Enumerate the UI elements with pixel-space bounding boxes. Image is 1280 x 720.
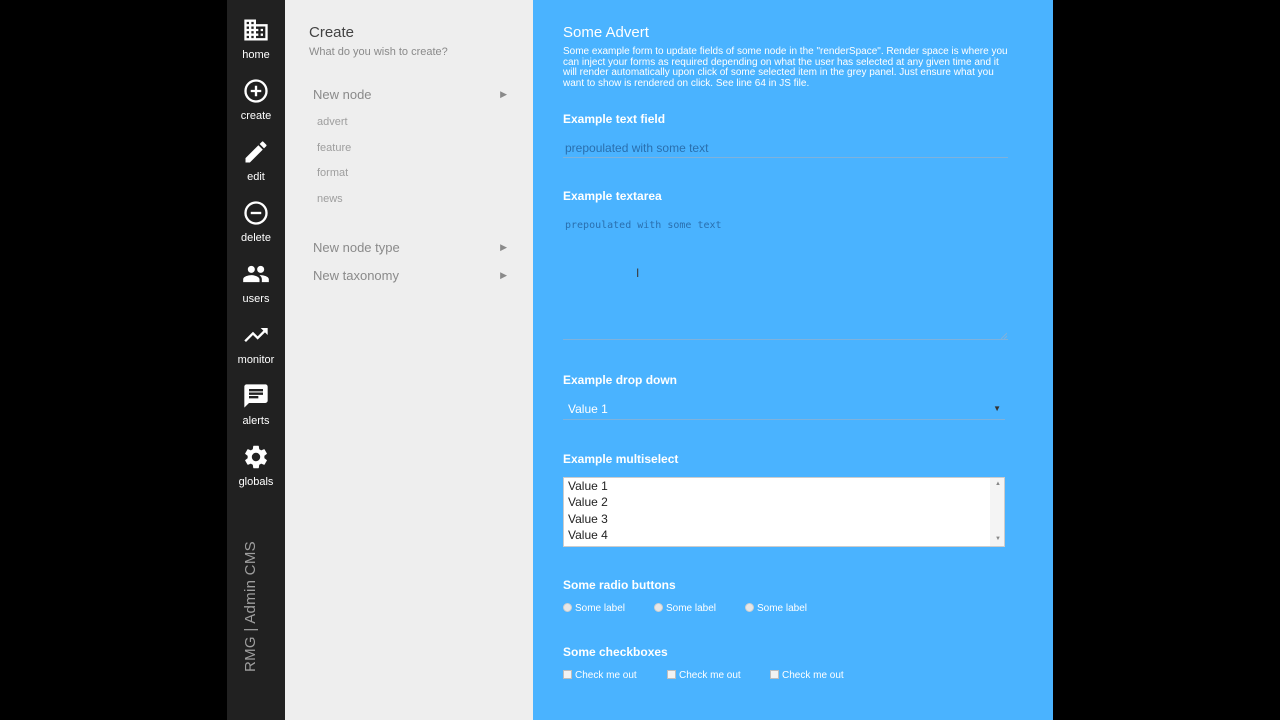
- chevron-right-icon: ▶: [500, 89, 507, 99]
- panel-subtitle: What do you wish to create?: [309, 46, 448, 58]
- textarea-label: Example textarea: [563, 189, 662, 203]
- checkbox-option[interactable]: Check me out: [667, 670, 741, 681]
- multiselect-option[interactable]: Value 1: [568, 479, 608, 493]
- render-space-form: Some Advert Some example form to update …: [533, 0, 1053, 720]
- nav-label: edit: [247, 171, 265, 183]
- nav-label: users: [242, 293, 270, 305]
- radio-option[interactable]: Some label: [563, 603, 625, 614]
- example-dropdown[interactable]: Value 1 ▼: [563, 399, 1005, 420]
- example-text-input[interactable]: [563, 138, 1008, 158]
- resize-handle-icon[interactable]: [999, 331, 1007, 339]
- nav-item-users[interactable]: users: [227, 260, 285, 316]
- building-icon: [244, 19, 268, 41]
- multiselect-option[interactable]: Value 3: [568, 512, 608, 526]
- submenu-item-news[interactable]: news: [317, 193, 343, 205]
- text-field-label: Example text field: [563, 112, 666, 126]
- checkbox-option[interactable]: Check me out: [563, 670, 637, 681]
- create-panel: Create What do you wish to create? New n…: [285, 0, 533, 720]
- checkbox-option[interactable]: Check me out: [770, 670, 844, 681]
- dropdown-selected-value: Value 1: [568, 402, 608, 416]
- users-icon: [243, 265, 269, 283]
- checkbox-label: Check me out: [575, 670, 637, 681]
- submenu-item-format[interactable]: format: [317, 167, 348, 179]
- checkbox[interactable]: [770, 670, 779, 679]
- radio-label: Some label: [757, 603, 808, 614]
- example-multiselect[interactable]: Value 1 Value 2 Value 3 Value 4 ▲ ▼: [563, 477, 1005, 547]
- checkbox[interactable]: [563, 670, 572, 679]
- form-title: Some Advert: [563, 24, 649, 41]
- submenu-item-feature[interactable]: feature: [317, 142, 351, 154]
- radio-option[interactable]: Some label: [745, 603, 807, 614]
- example-textarea[interactable]: prepoulated with some text: [563, 214, 1008, 340]
- dropdown-label: Example drop down: [563, 373, 678, 387]
- nav-item-monitor[interactable]: monitor: [227, 321, 285, 377]
- nav-label: create: [240, 110, 272, 122]
- radio-button[interactable]: [654, 603, 663, 612]
- nav-item-home[interactable]: home: [227, 16, 285, 72]
- menu-label: New node type: [313, 240, 400, 255]
- caret-down-icon: ▼: [993, 404, 1001, 413]
- nav-label: globals: [238, 476, 274, 488]
- radio-label: Some label: [575, 603, 626, 614]
- nav-item-edit[interactable]: edit: [227, 138, 285, 194]
- radio-label: Some label: [666, 603, 717, 614]
- radio-option[interactable]: Some label: [654, 603, 716, 614]
- trending-up-icon: [244, 328, 268, 342]
- menu-new-node[interactable]: New node ▶: [313, 87, 507, 107]
- menu-new-taxonomy[interactable]: New taxonomy ▶: [313, 268, 507, 288]
- nav-item-globals[interactable]: globals: [227, 443, 285, 499]
- minus-circle-icon: [244, 201, 268, 225]
- multiselect-option[interactable]: Value 4: [568, 528, 608, 542]
- nav-label: alerts: [242, 415, 270, 427]
- chevron-right-icon: ▶: [500, 242, 507, 252]
- form-description: Some example form to update fields of so…: [563, 46, 1008, 89]
- text-cursor-icon: I: [636, 266, 640, 280]
- multiselect-label: Example multiselect: [563, 452, 679, 466]
- plus-circle-icon: [244, 79, 268, 103]
- panel-title: Create: [309, 24, 355, 41]
- chevron-right-icon: ▶: [500, 270, 507, 280]
- checkbox-label: Check me out: [782, 670, 844, 681]
- nav-label: delete: [241, 232, 271, 244]
- checkbox-label: Check me out: [679, 670, 741, 681]
- multiselect-option[interactable]: Value 2: [568, 495, 608, 509]
- brand-logo-text: RMG | Admin CMS: [242, 541, 259, 672]
- nav-label: monitor: [237, 354, 275, 366]
- nav-item-create[interactable]: create: [227, 77, 285, 133]
- multiselect-scrollbar[interactable]: ▲ ▼: [990, 478, 1004, 546]
- checkbox[interactable]: [667, 670, 676, 679]
- nav-item-alerts[interactable]: alerts: [227, 382, 285, 438]
- scroll-down-icon[interactable]: ▼: [995, 536, 1001, 542]
- chat-bubble-icon: [244, 384, 268, 408]
- checkbox-group-label: Some checkboxes: [563, 645, 668, 659]
- menu-label: New taxonomy: [313, 268, 399, 283]
- submenu-item-advert[interactable]: advert: [317, 116, 348, 128]
- nav-item-delete[interactable]: delete: [227, 199, 285, 255]
- gear-icon: [245, 445, 267, 469]
- radio-button[interactable]: [745, 603, 754, 612]
- scroll-up-icon[interactable]: ▲: [995, 481, 1001, 487]
- menu-label: New node: [313, 87, 372, 102]
- menu-new-node-type[interactable]: New node type ▶: [313, 240, 507, 260]
- nav-label: home: [242, 49, 270, 61]
- radio-button[interactable]: [563, 603, 572, 612]
- pencil-icon: [245, 141, 267, 163]
- radio-group-label: Some radio buttons: [563, 578, 676, 592]
